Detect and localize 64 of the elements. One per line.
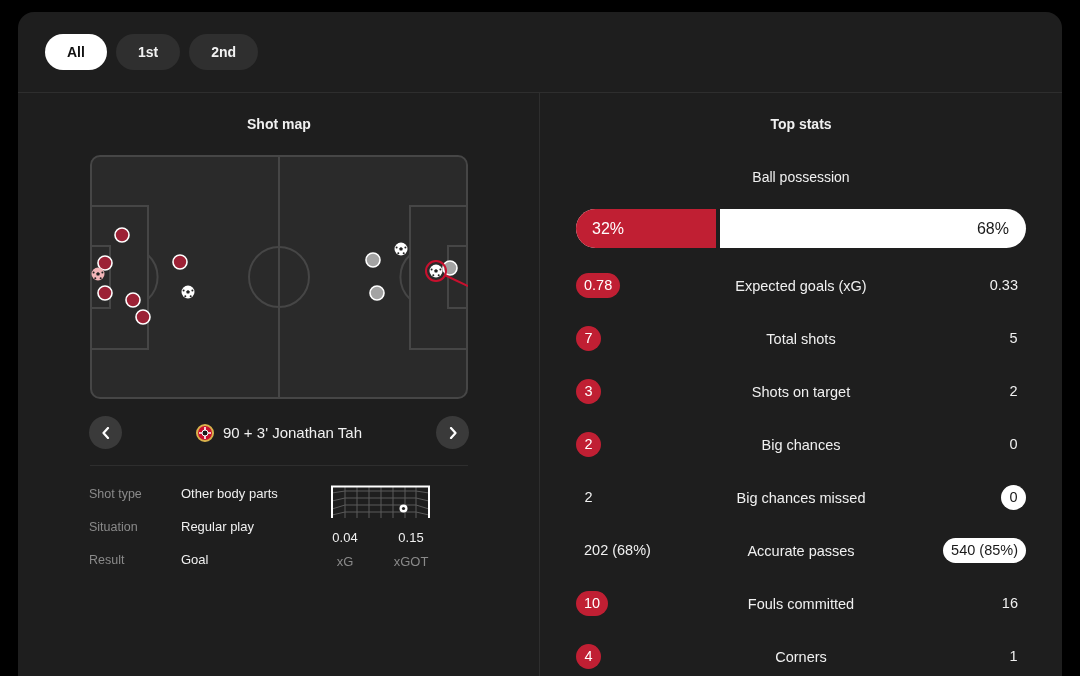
shot-dot-icon[interactable] [97, 285, 113, 301]
previous-shot-button[interactable] [89, 416, 122, 449]
away-stat-value: 0.33 [988, 276, 1019, 295]
ball-icon[interactable] [91, 267, 105, 281]
stat-label: Total shots [766, 330, 836, 347]
ball-icon[interactable] [394, 242, 408, 256]
detail-label: Situation [89, 519, 139, 534]
ball-icon[interactable] [181, 285, 195, 299]
shot-dot-icon[interactable] [114, 227, 130, 243]
home-stat-value: 202 (68%) [583, 541, 652, 560]
detail-value: Other body parts [181, 486, 278, 501]
stat-label: Accurate passes [747, 542, 855, 559]
detail-label: Shot type [89, 486, 143, 501]
period-tab[interactable]: All [45, 34, 107, 70]
shot-path-line [444, 274, 468, 287]
away-stat-value: 5 [1008, 329, 1019, 348]
selection-ring-icon [425, 260, 447, 282]
metric-value: 0.04 [332, 529, 358, 547]
home-stat-value: 7 [576, 326, 601, 351]
metric-label: xG [336, 553, 354, 571]
detail-value: Regular play [181, 519, 254, 534]
home-stat-value: 4 [576, 644, 601, 669]
stat-label: Shots on target [751, 383, 851, 400]
home-stat-value: 10 [576, 591, 609, 616]
home-possession-value: 32% [592, 219, 625, 238]
home-stat-value: 3 [576, 379, 601, 404]
away-stat-value: 540 (85%) [943, 538, 1026, 563]
away-stat-value: 2 [1008, 382, 1019, 401]
away-stat-value: 1 [1008, 647, 1019, 666]
ball-icon [399, 504, 408, 513]
detail-value: Goal [181, 552, 209, 567]
detail-label: Result [89, 552, 126, 567]
next-shot-button[interactable] [436, 416, 469, 449]
shot-dot-icon[interactable] [172, 254, 188, 270]
metric-value: 0.15 [398, 529, 424, 547]
chevron-right-icon [447, 426, 458, 439]
shot-dot-icon[interactable] [97, 255, 113, 271]
stat-label: Ball possession [752, 168, 850, 187]
away-stat-value: 16 [1000, 594, 1019, 613]
shot-dot-icon[interactable] [442, 260, 458, 276]
stat-label: Fouls committed [747, 595, 855, 612]
stat-label: Expected goals (xG) [735, 277, 867, 294]
chevron-left-icon [100, 426, 111, 439]
section-title: Shot map [247, 115, 311, 134]
stat-label: Big chances [761, 436, 841, 453]
stat-label: Big chances missed [736, 489, 866, 506]
period-tab[interactable]: 2nd [189, 34, 258, 70]
shot-title: 90 + 3' Jonathan Tah [223, 423, 362, 442]
away-stat-value: 0 [1001, 485, 1026, 510]
home-stat-value: 2 [583, 488, 594, 507]
metric-label: xGOT [393, 553, 429, 571]
club-crest-icon [196, 423, 214, 442]
period-tab[interactable]: 1st [115, 34, 181, 70]
home-stat-value: 0.78 [576, 273, 621, 298]
shot-dot-icon[interactable] [369, 285, 385, 301]
shot-dot-icon[interactable] [125, 292, 141, 308]
stat-label: Corners [775, 648, 827, 665]
away-stat-value: 0 [1008, 435, 1019, 454]
ball-icon[interactable] [429, 264, 443, 278]
section-title: Top stats [770, 115, 832, 134]
away-possession-value: 68% [976, 219, 1009, 238]
home-stat-value: 2 [576, 432, 601, 457]
shot-dot-icon[interactable] [135, 309, 151, 325]
shot-dot-icon[interactable] [365, 252, 381, 268]
